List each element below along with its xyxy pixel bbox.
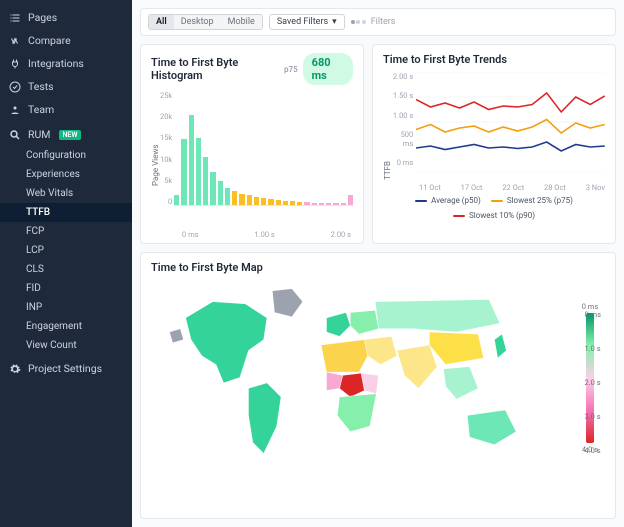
sidebar-sub-web-vitals[interactable]: Web Vitals: [0, 184, 132, 203]
hist-bar[interactable]: [247, 195, 252, 205]
team-icon: [9, 104, 21, 116]
trends-chart[interactable]: [416, 72, 605, 172]
sidebar-sub-fcp[interactable]: FCP: [0, 222, 132, 241]
sidebar-item-team[interactable]: Team: [0, 98, 132, 121]
ttfb-trends-card: Time to First Byte Trends TTFB 2.00 s1.5…: [372, 44, 616, 244]
legend-item: Slowest 10% (p90): [453, 211, 535, 220]
compare-icon: [9, 35, 21, 47]
sidebar-item-project-settings[interactable]: Project Settings: [0, 357, 132, 380]
hist-bar[interactable]: [290, 201, 295, 205]
trends-yaxis-label: TTFB: [383, 72, 392, 180]
sidebar-item-compare[interactable]: Compare: [0, 29, 132, 52]
segment-mobile[interactable]: Mobile: [221, 15, 262, 29]
sidebar-sub-fid[interactable]: FID: [0, 279, 132, 298]
hist-bar[interactable]: [181, 139, 186, 205]
hist-bar[interactable]: [341, 203, 346, 205]
sidebar: Pages Compare Integrations Tests Team RUM NE…: [0, 0, 132, 527]
sidebar-label: Project Settings: [28, 362, 102, 375]
sidebar-label: Pages: [28, 11, 57, 24]
filters-text: Filters: [371, 17, 396, 27]
histogram-bars[interactable]: [174, 91, 353, 206]
saved-filters-label: Saved Filters: [277, 17, 328, 27]
sidebar-label: Integrations: [28, 57, 84, 70]
saved-filters-dropdown[interactable]: Saved Filters ▾: [269, 14, 345, 30]
sidebar-sub-view-count[interactable]: View Count: [0, 336, 132, 355]
sidebar-label: Compare: [28, 34, 71, 47]
gear-icon: [9, 363, 21, 375]
world-map[interactable]: [151, 280, 567, 475]
sidebar-label: Team: [28, 103, 54, 116]
legend-item: Slowest 25% (p75): [491, 196, 573, 205]
hist-bar[interactable]: [297, 202, 302, 205]
sidebar-label: RUM: [28, 128, 50, 141]
list-icon: [9, 12, 21, 24]
sidebar-item-rum[interactable]: RUM NEW: [0, 123, 132, 146]
ttfb-histogram-card: Time to First Byte Histogram p75 680 ms …: [140, 44, 364, 244]
check-icon: [9, 81, 21, 93]
sidebar-label: Tests: [28, 80, 54, 93]
new-badge: NEW: [59, 130, 80, 140]
plug-icon: [9, 58, 21, 70]
device-segment[interactable]: AllDesktopMobile: [148, 14, 263, 30]
histogram-title: Time to First Byte Histogram: [151, 56, 284, 82]
hist-bar[interactable]: [210, 172, 215, 205]
hist-bar[interactable]: [312, 203, 317, 206]
hist-bar[interactable]: [283, 201, 288, 205]
hist-bar[interactable]: [304, 202, 309, 205]
sidebar-sub-cls[interactable]: CLS: [0, 260, 132, 279]
hist-bar[interactable]: [326, 203, 331, 205]
sidebar-sub-engagement[interactable]: Engagement: [0, 317, 132, 336]
hist-bar[interactable]: [276, 200, 281, 205]
histogram-yaxis-label: Page Views: [151, 91, 160, 239]
search-icon: [9, 129, 21, 141]
hist-bar[interactable]: [225, 188, 230, 205]
hist-bar[interactable]: [319, 203, 324, 205]
sidebar-item-pages[interactable]: Pages: [0, 6, 132, 29]
legend-item: Average (p50): [415, 196, 481, 205]
segment-desktop[interactable]: Desktop: [174, 15, 221, 29]
sidebar-sub-configuration[interactable]: Configuration: [0, 146, 132, 165]
chevron-down-icon: ▾: [332, 17, 337, 27]
hist-bar[interactable]: [239, 194, 244, 205]
hist-bar[interactable]: [261, 198, 266, 205]
filters-indicator[interactable]: Filters: [351, 17, 396, 27]
hist-bar[interactable]: [218, 181, 223, 205]
hist-bar[interactable]: [254, 197, 259, 205]
sidebar-sub-inp[interactable]: INP: [0, 298, 132, 317]
sidebar-item-integrations[interactable]: Integrations: [0, 52, 132, 75]
hist-bar[interactable]: [203, 157, 208, 205]
hist-bar[interactable]: [189, 115, 194, 205]
hist-bar[interactable]: [174, 195, 179, 205]
sidebar-item-tests[interactable]: Tests: [0, 75, 132, 98]
sidebar-sub-ttfb[interactable]: TTFB: [0, 203, 132, 222]
scale-mid-ticks: 0 ms 1.0 s 2.0 s 3.0 s 4.0 s: [584, 310, 601, 455]
hist-bar[interactable]: [232, 191, 237, 205]
p75-value-pill: 680 ms: [303, 53, 353, 85]
main-content: AllDesktopMobile Saved Filters ▾ Filters…: [132, 0, 624, 527]
filter-toolbar: AllDesktopMobile Saved Filters ▾ Filters: [140, 8, 616, 36]
filter-dots-icon: [351, 20, 366, 24]
ttfb-map-card: Time to First Byte Map: [140, 252, 616, 519]
segment-all[interactable]: All: [149, 15, 174, 29]
hist-bar[interactable]: [196, 138, 201, 205]
p75-label: p75: [284, 65, 298, 74]
hist-bar[interactable]: [333, 203, 338, 205]
hist-bar[interactable]: [268, 199, 273, 205]
hist-bar[interactable]: [348, 195, 353, 205]
sidebar-sub-lcp[interactable]: LCP: [0, 241, 132, 260]
map-title: Time to First Byte Map: [151, 261, 263, 274]
trends-title: Time to First Byte Trends: [383, 53, 507, 66]
sidebar-sub-experiences[interactable]: Experiences: [0, 165, 132, 184]
